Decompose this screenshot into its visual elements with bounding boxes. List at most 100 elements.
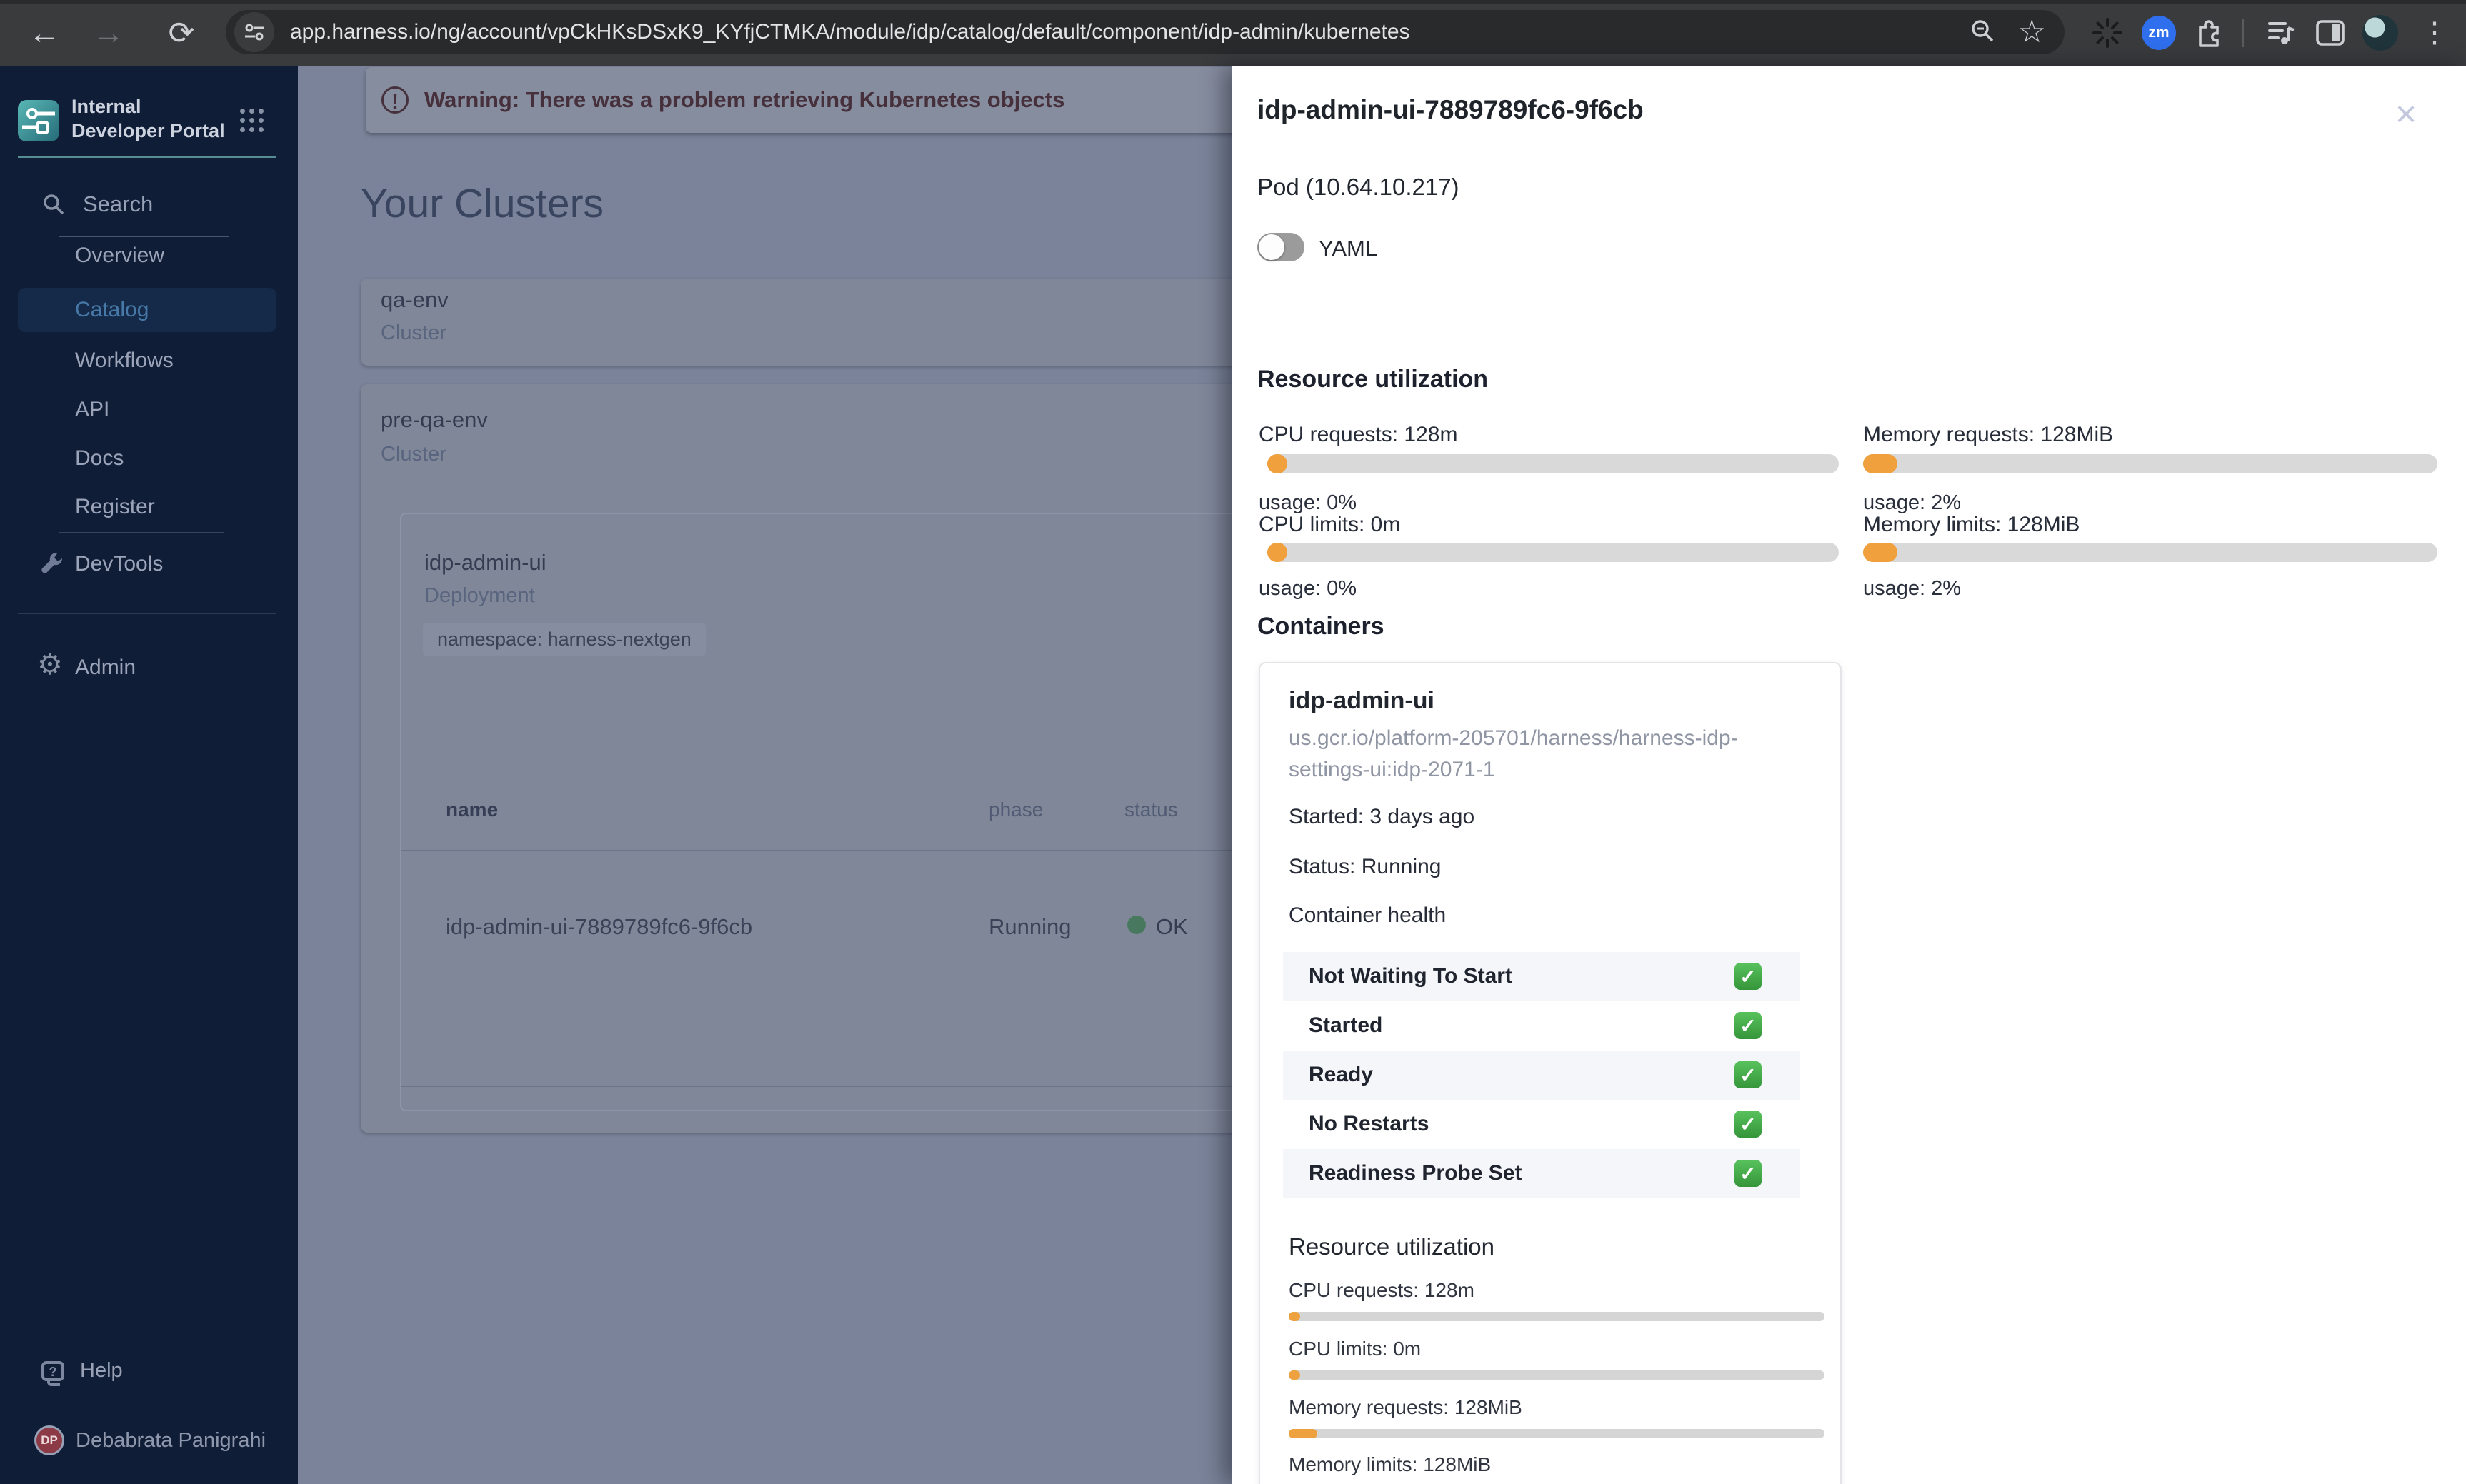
memory-limits-bar (1863, 543, 2437, 562)
wrench-icon (37, 548, 66, 577)
cluster-kind: Cluster (381, 443, 446, 466)
search-input[interactable]: Search (83, 191, 153, 217)
pod-details-drawer: idp-admin-ui-7889789fc6-9f6cb × Pod (10.… (1232, 66, 2466, 1484)
toolbar-separator (2242, 19, 2244, 47)
container-image: settings-ui:idp-2071-1 (1289, 758, 1495, 781)
sidebar-item-devtools[interactable]: DevTools (75, 552, 163, 576)
deployment-name: idp-admin-ui (424, 550, 546, 575)
column-header-phase: phase (989, 798, 1044, 821)
warning-icon: ! (381, 86, 409, 114)
app-grid-icon[interactable] (240, 109, 264, 133)
sidebar-item-workflows[interactable]: Workflows (75, 349, 174, 373)
metric-label: Memory requests: 128MiB (1289, 1396, 1522, 1418)
browser-toolbar: ← → ⟳ app.harness.io/ng/account/vpCkHKsD… (0, 0, 2466, 66)
pod-status-cell: OK (1156, 914, 1188, 939)
bookmark-star-icon[interactable]: ☆ (2018, 16, 2046, 48)
side-panel-icon[interactable] (2312, 14, 2349, 51)
user-menu[interactable]: DP Debabrata Panigrahi (34, 1425, 266, 1455)
close-icon[interactable]: × (2386, 96, 2426, 133)
check-icon: ✓ (1734, 1061, 1762, 1088)
brand-title: Internal Developer Portal (71, 96, 225, 141)
cpu-limits-bar (1267, 543, 1839, 562)
search-in-page-icon[interactable] (1968, 16, 1997, 48)
sidebar-item-help[interactable]: ? Help (41, 1359, 123, 1386)
site-settings-icon[interactable] (234, 12, 274, 52)
url-text[interactable]: app.harness.io/ng/account/vpCkHKsDSxK9_K… (290, 20, 1968, 44)
metric-label: Memory limits: 128MiB (1289, 1453, 1492, 1475)
health-row: Ready ✓ (1283, 1051, 1800, 1100)
check-icon: ✓ (1734, 963, 1762, 990)
cluster-kind: Cluster (381, 321, 446, 344)
column-header-name: name (446, 798, 499, 821)
cluster-name: qa-env (381, 287, 449, 312)
back-icon[interactable]: ← (23, 13, 66, 56)
yaml-toggle-label: YAML (1319, 236, 1378, 261)
metric-label: CPU requests: 128m (1289, 1279, 1474, 1301)
containers-heading: Containers (1257, 613, 1384, 640)
warning-text: Warning: There was a problem retrieving … (424, 87, 1065, 112)
user-avatar: DP (34, 1425, 64, 1455)
sidebar-divider (59, 532, 224, 533)
pod-subtitle: Pod (10.64.10.217) (1257, 174, 1459, 200)
forward-icon: → (93, 16, 124, 51)
metric-usage: usage: 2% (1863, 577, 1962, 600)
media-controls-icon[interactable] (2263, 14, 2300, 51)
sidebar-item-catalog[interactable]: Catalog (18, 288, 276, 332)
sidebar-divider (18, 156, 276, 158)
sidebar-item-docs[interactable]: Docs (75, 446, 124, 471)
container-resource-heading: Resource utilization (1289, 1233, 1494, 1260)
sidebar-item-overview[interactable]: Overview (75, 244, 164, 268)
container-health-heading: Container health (1289, 903, 1447, 927)
container-name: idp-admin-ui (1289, 687, 1434, 714)
pod-phase-cell: Running (989, 914, 1072, 939)
harness-idp-logo (18, 100, 59, 141)
cpu-limits-minibar (1289, 1370, 1824, 1380)
check-icon: ✓ (1734, 1012, 1762, 1039)
metric-label: Memory requests: 128MiB (1863, 423, 2114, 446)
metric-usage: usage: 0% (1259, 491, 1357, 514)
sidebar-divider (18, 613, 276, 614)
help-icon: ? (41, 1360, 64, 1386)
check-icon: ✓ (1734, 1111, 1762, 1138)
metric-usage: usage: 0% (1259, 577, 1357, 600)
sidebar-item-register[interactable]: Register (75, 495, 155, 519)
reload-icon[interactable]: ⟳ (160, 13, 203, 56)
memory-requests-bar (1863, 454, 2437, 473)
zoom-extension-icon[interactable]: zm (2140, 14, 2177, 51)
health-row: No Restarts ✓ (1283, 1100, 1800, 1149)
pod-name-cell: idp-admin-ui-7889789fc6-9f6cb (446, 914, 753, 939)
yaml-toggle[interactable] (1257, 233, 1304, 261)
namespace-chip: namespace: harness-nextgen (423, 623, 706, 656)
extensions-puzzle-icon[interactable] (2190, 14, 2227, 51)
health-row: Started ✓ (1283, 1001, 1800, 1051)
user-name: Debabrata Panigrahi (76, 1428, 266, 1452)
browser-menu-icon[interactable]: ⋮ (2416, 14, 2453, 51)
container-started: Started: 3 days ago (1289, 805, 1475, 828)
sidebar-item-api[interactable]: API (75, 398, 109, 422)
health-row: Readiness Probe Set ✓ (1283, 1149, 1800, 1198)
drawer-title: idp-admin-ui-7889789fc6-9f6cb (1257, 95, 1644, 124)
cpu-requests-bar (1267, 454, 1839, 473)
cpu-requests-minibar (1289, 1312, 1824, 1321)
check-icon: ✓ (1734, 1160, 1762, 1187)
sidebar-search[interactable]: Search (41, 191, 153, 217)
health-row: Not Waiting To Start ✓ (1283, 952, 1800, 1001)
cluster-name: pre-qa-env (381, 407, 488, 432)
metric-label: Memory limits: 128MiB (1863, 513, 2080, 536)
column-header-status: status (1124, 798, 1178, 821)
search-icon (41, 192, 66, 216)
metric-usage: usage: 2% (1863, 491, 1962, 514)
container-card: idp-admin-ui us.gcr.io/platform-205701/h… (1259, 662, 1842, 1484)
metric-label: CPU limits: 0m (1289, 1338, 1422, 1360)
status-ok-dot (1127, 916, 1146, 934)
deployment-kind: Deployment (424, 584, 535, 607)
gear-icon: ⚙ (37, 649, 63, 681)
search-underline (59, 236, 229, 237)
browser-profile-avatar[interactable] (2362, 14, 2399, 51)
metric-label: CPU limits: 0m (1259, 513, 1401, 536)
address-bar[interactable]: app.harness.io/ng/account/vpCkHKsDSxK9_K… (226, 10, 2065, 54)
sidebar-item-admin[interactable]: Admin (75, 656, 136, 680)
container-status: Status: Running (1289, 855, 1442, 878)
page-title: Your Clusters (361, 181, 604, 226)
loading-extension-icon[interactable] (2089, 14, 2126, 51)
